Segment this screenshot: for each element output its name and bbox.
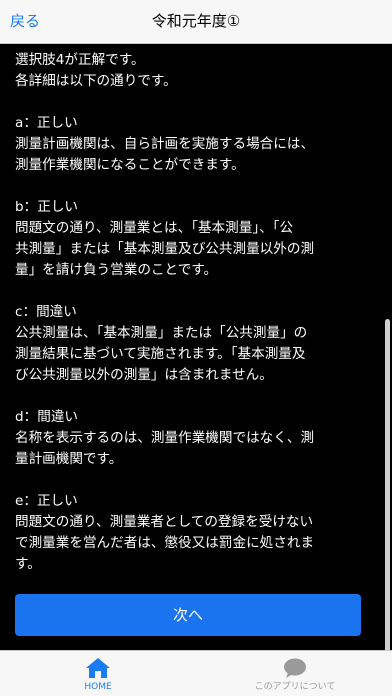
page-title: 令和元年度① xyxy=(151,12,241,30)
choice-line: 共測量」または「基本測量及び公共測量以外の測 xyxy=(15,241,315,257)
choice-line: 名称を表示するのは、測量作業機関ではなく、測 xyxy=(15,430,315,446)
intro-line: 選択肢4が正解です。 xyxy=(15,52,145,68)
choice-heading: d：間違い xyxy=(15,409,79,425)
explanation-scroll-area[interactable]: 選択肢4が正解です。 各詳細は以下の通りです。 a：正しい 測量計画機関は、自ら… xyxy=(0,44,392,650)
choice-line: 測量計画機関は、自ら計画を実施する場合には、 xyxy=(15,136,315,152)
choice-line: す。 xyxy=(15,556,41,572)
tab-bar: HOME このアプリについて xyxy=(0,650,392,696)
choice-line: 測量作業機関になることができます。 xyxy=(15,157,245,173)
choice-line: 問題文の通り、測量業者としての登録を受けない xyxy=(15,514,314,530)
choice-line: で測量業を営んだ者は、懲役又は罰金に処されま xyxy=(15,535,315,551)
tab-about-label: このアプリについて xyxy=(254,682,336,692)
intro-line: 各詳細は以下の通りです。 xyxy=(15,73,177,89)
tab-home-label: HOME xyxy=(84,682,112,692)
choice-item-d: d：間違い 名称を表示するのは、測量作業機関ではなく、測 量計画機関です。 xyxy=(15,407,375,470)
tab-about-app[interactable]: このアプリについて xyxy=(215,651,375,696)
scrollbar[interactable] xyxy=(385,319,390,650)
choice-line: 量」を請け負う営業のことです。 xyxy=(15,262,218,278)
chat-bubble-icon xyxy=(284,658,306,678)
choice-line: 量計画機関です。 xyxy=(15,451,123,467)
choice-line: 公共測量は、「基本測量」または「公共測量」の xyxy=(15,325,308,341)
choice-heading: e：正しい xyxy=(15,493,78,509)
explanation-text: 選択肢4が正解です。 各詳細は以下の通りです。 a：正しい 測量計画機関は、自ら… xyxy=(15,50,375,596)
home-icon xyxy=(86,658,110,678)
choice-line: 測量結果に基づいて実施されます。「基本測量及 xyxy=(15,346,306,362)
choice-heading: a：正しい xyxy=(15,115,78,131)
intro-paragraph: 選択肢4が正解です。 各詳細は以下の通りです。 xyxy=(15,50,375,92)
navigation-bar: 戻る 令和元年度① xyxy=(0,0,392,44)
choice-heading: b：正しい xyxy=(15,199,79,215)
choice-item-e: e：正しい 問題文の通り、測量業者としての登録を受けない で測量業を営んだ者は、… xyxy=(15,491,375,575)
next-button[interactable]: 次へ xyxy=(15,594,361,636)
choice-item-b: b：正しい 問題文の通り、測量業とは、「基本測量」、「公 共測量」または「基本測… xyxy=(15,197,375,281)
tab-home[interactable]: HOME xyxy=(58,651,138,696)
choice-line: 問題文の通り、測量業とは、「基本測量」、「公 xyxy=(15,220,294,236)
choice-heading: c：間違い xyxy=(15,304,77,320)
choice-item-a: a：正しい 測量計画機関は、自ら計画を実施する場合には、 測量作業機関になること… xyxy=(15,113,375,176)
choice-line: び公共測量以外の測量」は含まれません。 xyxy=(15,367,273,383)
choice-item-c: c：間違い 公共測量は、「基本測量」または「公共測量」の 測量結果に基づいて実施… xyxy=(15,302,375,386)
